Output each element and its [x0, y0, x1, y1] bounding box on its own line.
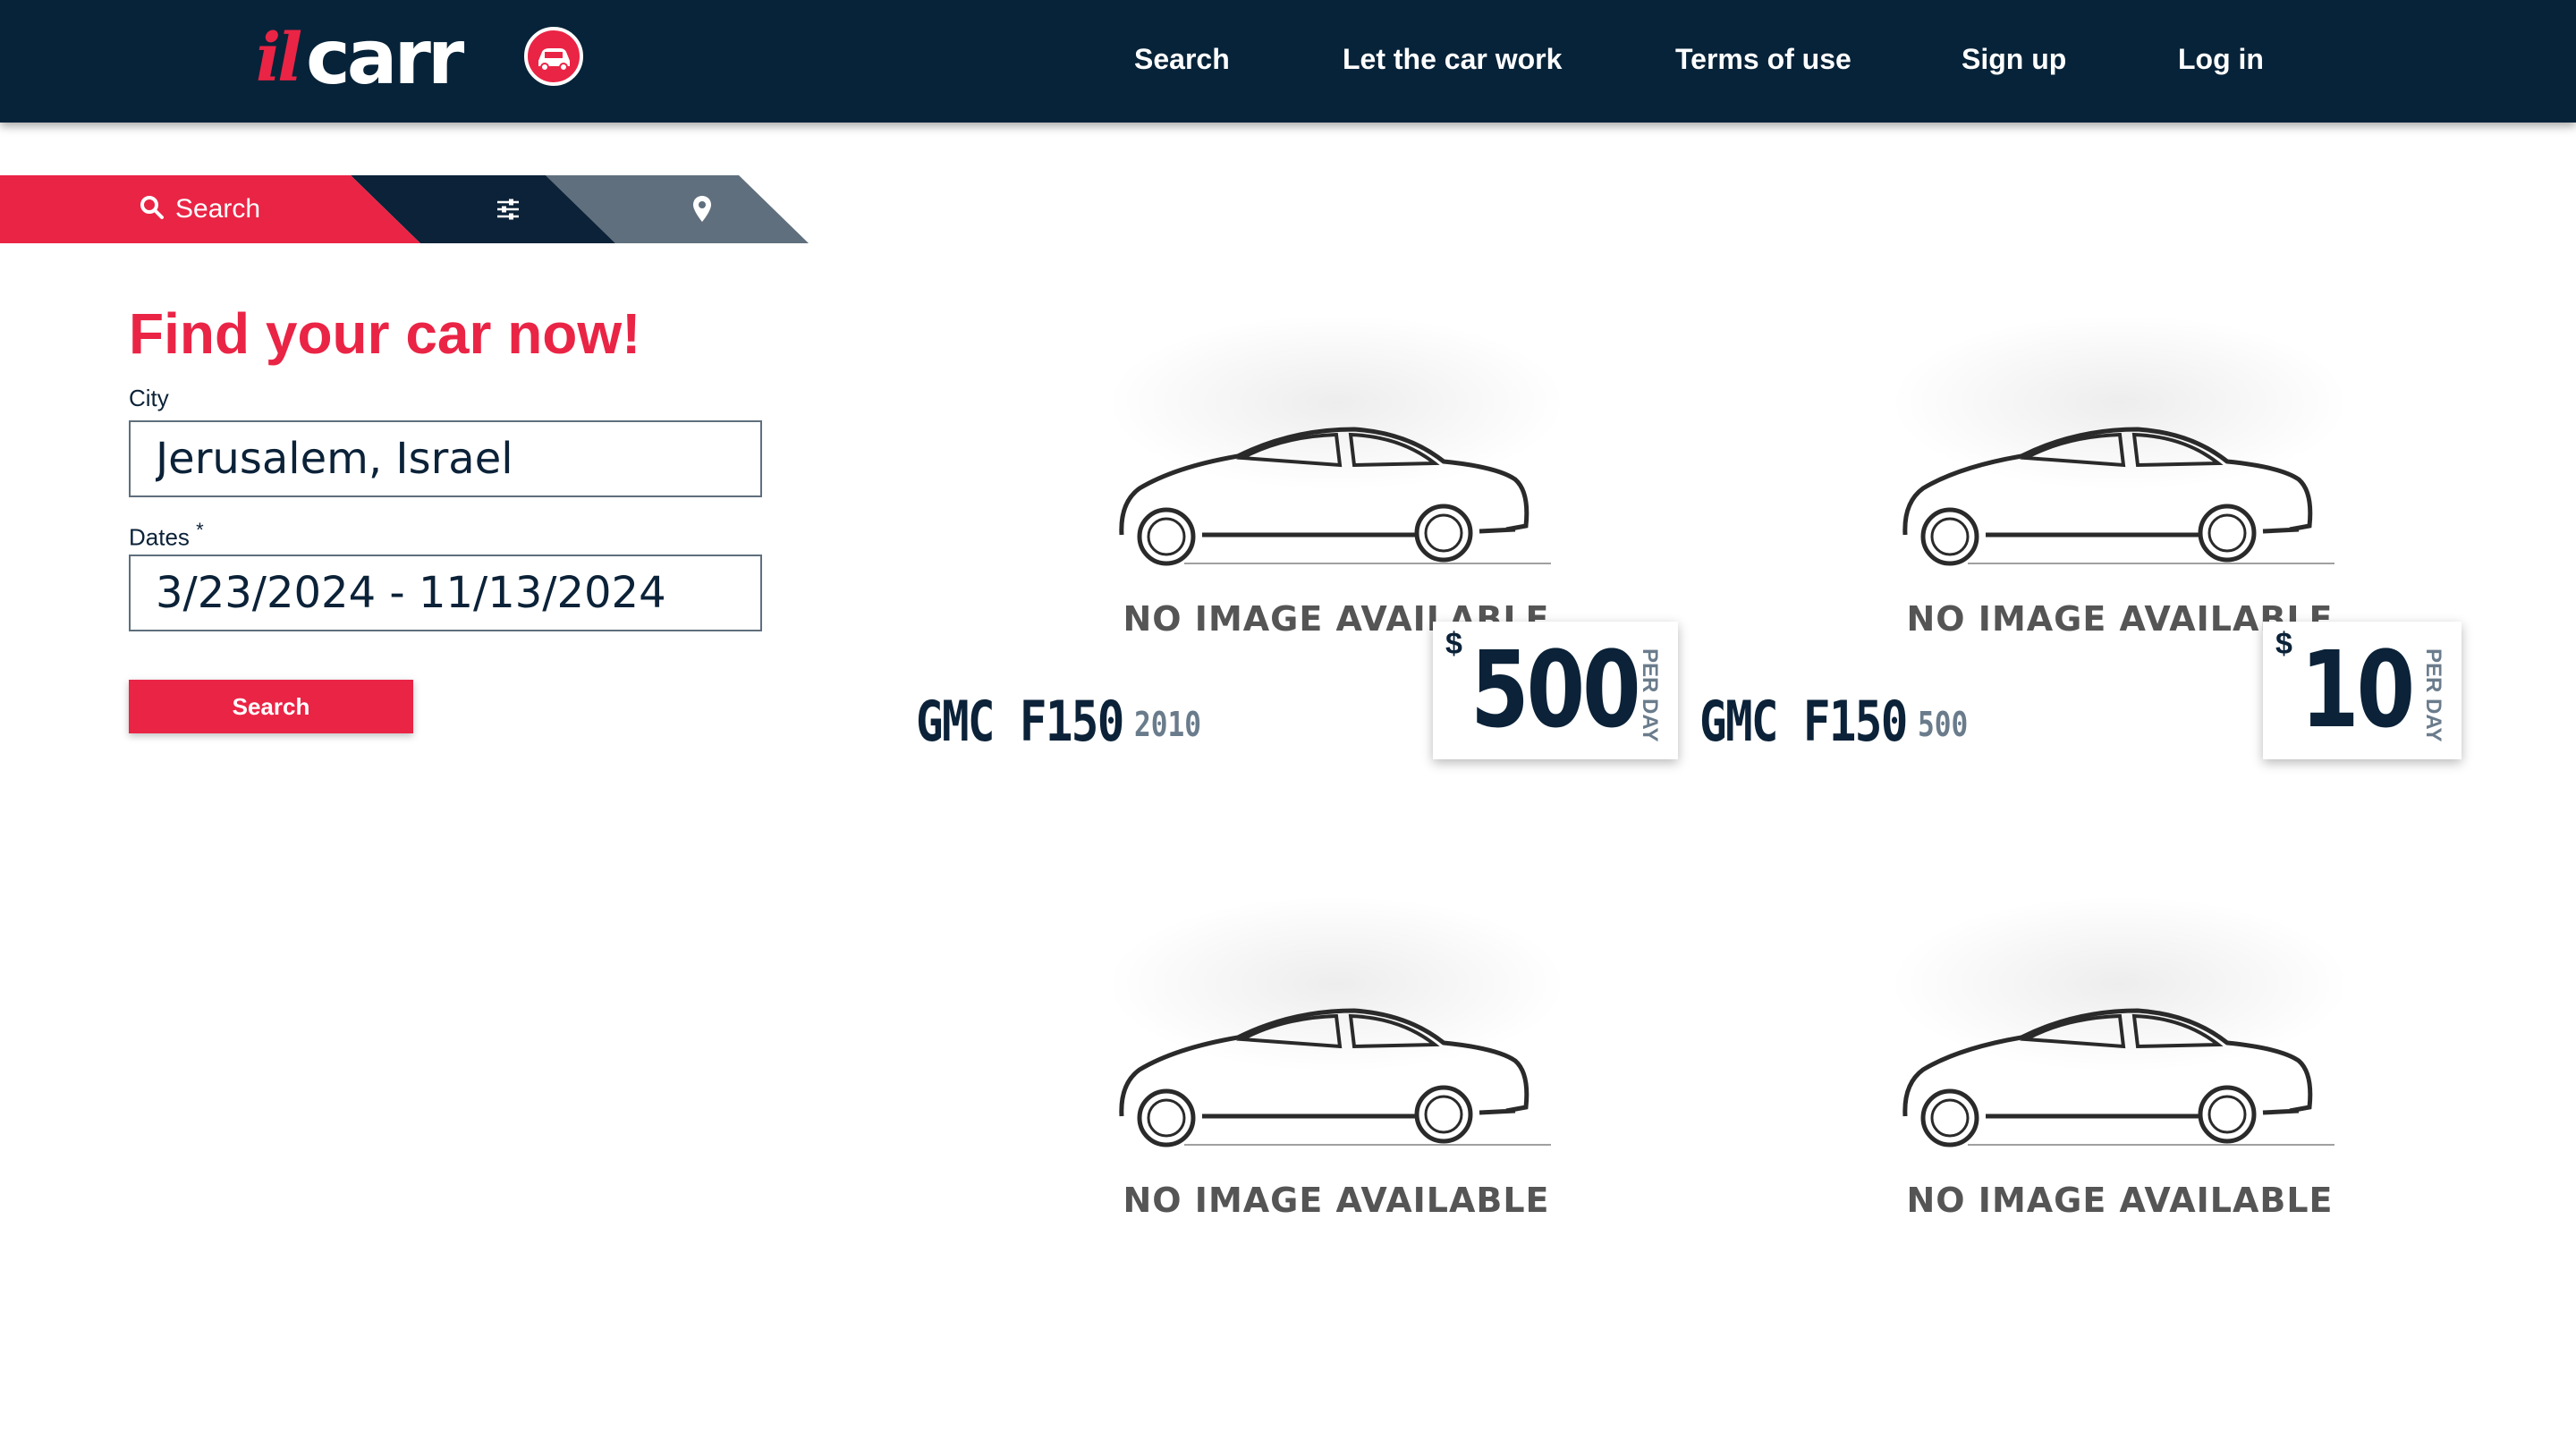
logo-car-badge-icon	[524, 27, 583, 86]
city-label: City	[129, 385, 169, 411]
map-pin-icon	[692, 195, 712, 228]
dates-label-text: Dates	[129, 523, 190, 551]
car-year: 500	[1918, 705, 1969, 744]
logo-prefix: il	[256, 20, 302, 97]
car-silhouette-icon	[1902, 1008, 2334, 1147]
required-mark: *	[196, 519, 204, 541]
price-per-day: PER DAY	[1638, 648, 1662, 742]
car-placeholder-image: NO IMAGE AVAILABLE	[1852, 876, 2388, 1252]
nav-terms-of-use-link[interactable]: Terms of use	[1675, 43, 1852, 76]
tab-search-label: Search	[175, 194, 261, 224]
car-placeholder-image: NO IMAGE AVAILABLE	[1068, 295, 1605, 671]
price-amount: 10	[2301, 628, 2415, 751]
car-year: 2010	[1134, 705, 1202, 744]
price-per-day: PER DAY	[2421, 648, 2445, 742]
form-title: Find your car now!	[129, 301, 641, 366]
search-button[interactable]: Search	[129, 680, 413, 733]
car-card[interactable]: NO IMAGE AVAILABLE	[916, 876, 1699, 1431]
car-card[interactable]: NO IMAGE AVAILABLE GMC F150 2010 $ 500 P…	[916, 295, 1699, 850]
logo-main: carr	[306, 13, 464, 101]
car-name: GMC F150	[916, 689, 1124, 754]
nav-log-in-link[interactable]: Log in	[2178, 43, 2264, 76]
dates-field-box	[129, 555, 762, 631]
top-navbar: il carr Search Let the car work Terms of…	[0, 0, 2576, 123]
price-box: $ 10 PER DAY	[2263, 622, 2462, 759]
car-card[interactable]: NO IMAGE AVAILABLE GMC F150 500 $ 10 PER…	[1699, 295, 2483, 850]
car-name: GMC F150	[1699, 689, 1908, 754]
sliders-icon	[496, 198, 521, 225]
search-mode-tabs: Search	[0, 175, 809, 243]
price-box: $ 500 PER DAY	[1433, 622, 1678, 759]
nav-sign-up-link[interactable]: Sign up	[1962, 43, 2066, 76]
car-silhouette-icon	[1119, 1008, 1551, 1147]
car-card[interactable]: NO IMAGE AVAILABLE	[1699, 876, 2483, 1431]
car-silhouette-icon	[1902, 427, 2334, 566]
tab-search[interactable]: Search	[0, 175, 420, 243]
car-silhouette-icon	[1119, 427, 1551, 566]
car-placeholder-image: NO IMAGE AVAILABLE	[1068, 876, 1605, 1252]
dates-label: Dates *	[129, 519, 204, 552]
search-icon	[140, 195, 165, 224]
no-image-text: NO IMAGE AVAILABLE	[1123, 1181, 1550, 1220]
car-placeholder-image: NO IMAGE AVAILABLE	[1852, 295, 2388, 671]
no-image-text: NO IMAGE AVAILABLE	[1906, 1181, 2334, 1220]
nav-search-link[interactable]: Search	[1134, 43, 1230, 76]
price-currency: $	[1445, 627, 1462, 661]
price-amount: 500	[1470, 628, 1641, 751]
city-field-box	[129, 420, 762, 497]
price-currency: $	[2275, 627, 2292, 661]
nav-let-the-car-work-link[interactable]: Let the car work	[1343, 43, 1562, 76]
city-input[interactable]	[131, 422, 760, 495]
dates-input[interactable]	[131, 556, 760, 630]
